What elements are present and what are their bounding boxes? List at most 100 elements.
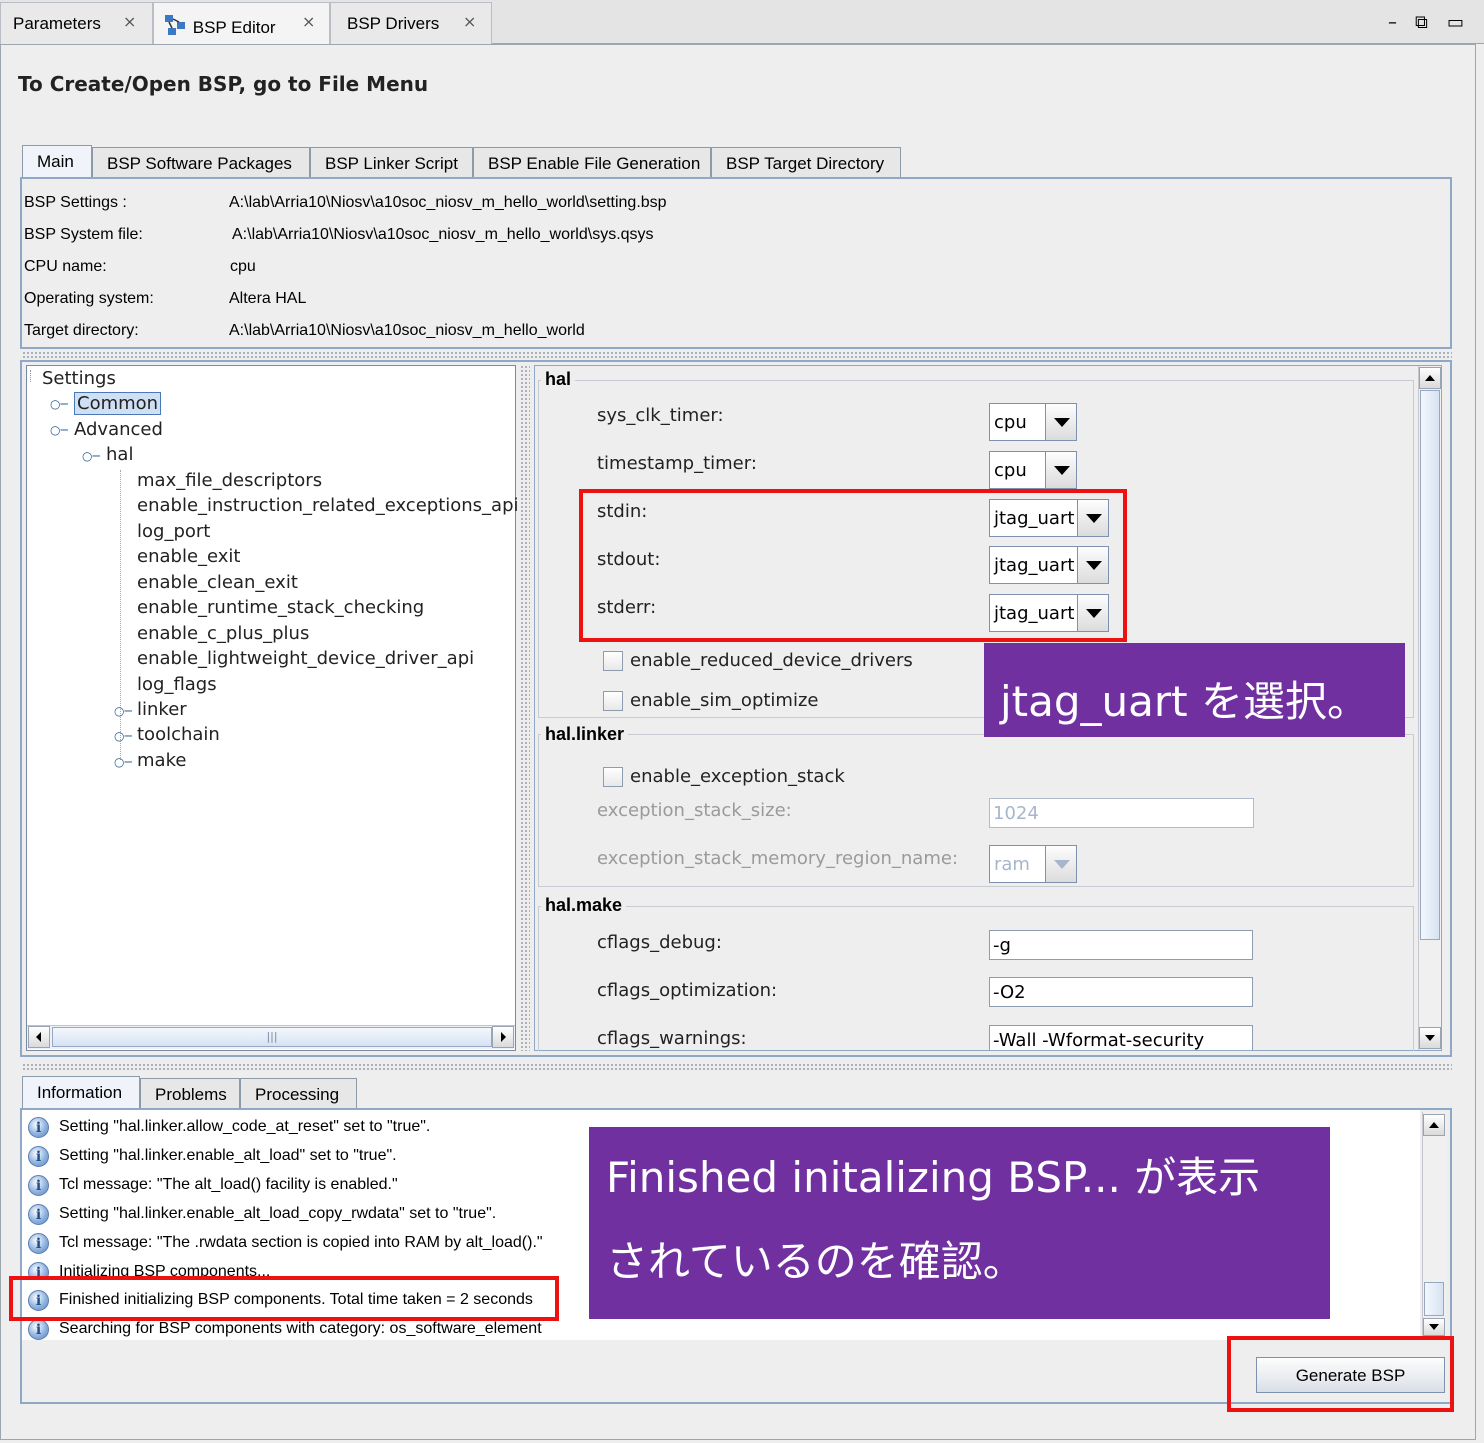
collapsed-handle-icon[interactable]: ○─ (114, 755, 132, 769)
tree-leaf[interactable]: enable_clean_exit (137, 572, 298, 593)
scroll-thumb[interactable] (1420, 390, 1440, 940)
info-icon: i (28, 1146, 49, 1167)
checkbox-label: enable_sim_optimize (630, 690, 819, 711)
tree-leaf[interactable]: enable_lightweight_device_driver_api (137, 648, 474, 669)
tree-leaf[interactable]: enable_c_plus_plus (137, 623, 309, 644)
collapsed-handle-icon[interactable]: ○─ (114, 704, 132, 718)
close-icon[interactable]: ⨯ (302, 12, 315, 32)
scroll-left-icon[interactable] (28, 1026, 50, 1048)
checkbox-label: enable_exception_stack (630, 766, 845, 787)
message-text: Setting "hal.linker.enable_alt_load_copy… (59, 1205, 497, 1222)
callout-line: されているのを確認。 (606, 1237, 1025, 1286)
tab-linker-script[interactable]: BSP Linker Script (310, 147, 473, 177)
tree-leaf[interactable]: enable_exit (137, 546, 240, 567)
tab-main[interactable]: Main (22, 145, 92, 178)
tab-target-directory[interactable]: BSP Target Directory (711, 147, 901, 177)
tab-processing[interactable]: Processing (240, 1078, 357, 1109)
splitter[interactable] (22, 1063, 1452, 1071)
message-item: i Setting "hal.linker.allow_code_at_reset… (28, 1117, 588, 1146)
cflags-warnings-label: cflags_warnings: (597, 1028, 747, 1049)
cpu-name-value: cpu (230, 258, 256, 275)
info-icon: i (28, 1319, 49, 1340)
maximize-icon[interactable]: ▭ (1447, 12, 1464, 33)
tree-node-make[interactable]: make (137, 750, 186, 771)
message-text: Searching for BSP components with catego… (59, 1320, 542, 1337)
scroll-thumb[interactable]: ||| (52, 1027, 492, 1047)
enable-reduced-device-drivers-checkbox[interactable] (603, 651, 623, 671)
tree-node-linker[interactable]: linker (137, 699, 187, 720)
message-item: i Searching for BSP components with categ… (28, 1319, 588, 1340)
close-icon[interactable]: ⨯ (463, 12, 476, 32)
message-text: Setting "hal.linker.enable_alt_load" set… (59, 1147, 397, 1164)
info-icon: i (28, 1233, 49, 1254)
message-text: Tcl message: "The .rwdata section is cop… (59, 1234, 543, 1251)
info-icon: i (28, 1175, 49, 1196)
checkbox-label: enable_reduced_device_drivers (630, 650, 913, 671)
scroll-down-icon[interactable] (1423, 1318, 1445, 1336)
tree-leaf[interactable]: enable_instruction_related_exceptions_ap… (137, 495, 519, 516)
tree-line (30, 370, 31, 382)
group-rule (538, 380, 1414, 381)
cflags-warnings-field[interactable]: -Wall -Wformat-security (989, 1025, 1253, 1050)
tab-information[interactable]: Information (22, 1076, 140, 1109)
tree-leaf[interactable]: enable_runtime_stack_checking (137, 597, 424, 618)
tree-node-hal[interactable]: hal (106, 444, 133, 465)
chevron-down-icon[interactable] (1045, 452, 1076, 488)
enable-exception-stack-checkbox[interactable] (603, 767, 623, 787)
bsp-settings-label: BSP Settings : (24, 194, 127, 211)
scroll-right-icon[interactable] (492, 1026, 514, 1048)
expanded-handle-icon[interactable]: ○─ (50, 423, 68, 437)
message-item: i Tcl message: "The .rwdata section is co… (28, 1233, 588, 1262)
scroll-up-icon[interactable] (1423, 1114, 1445, 1136)
finished-callout: Finished initalizing BSP... が表示 されているのを確… (589, 1127, 1330, 1319)
tree-node-toolchain[interactable]: toolchain (137, 724, 220, 745)
scroll-up-icon[interactable] (1419, 367, 1441, 389)
tree-node-advanced[interactable]: Advanced (74, 419, 163, 440)
chevron-down-icon (1045, 846, 1076, 882)
splitter[interactable] (22, 351, 1452, 359)
tab-label: BSP Editor (192, 18, 276, 37)
settings-tree[interactable] (26, 365, 516, 1051)
tree-leaf[interactable]: log_flags (137, 674, 217, 695)
sys-clk-timer-select[interactable]: cpu (989, 403, 1077, 441)
cflags-optimization-field[interactable]: -O2 (989, 977, 1253, 1007)
select-value: cpu (994, 412, 1027, 433)
target-dir-label: Target directory: (24, 322, 139, 339)
tab-enable-file-generation[interactable]: BSP Enable File Generation (473, 147, 711, 177)
timestamp-timer-label: timestamp_timer: (597, 453, 757, 474)
tab-label: BSP Drivers (347, 14, 440, 33)
tree-leaf[interactable]: max_file_descriptors (137, 470, 322, 491)
tree-node-settings[interactable]: Settings (42, 368, 116, 389)
cflags-debug-field[interactable]: -g (989, 930, 1253, 960)
bsp-settings-value: A:\lab\Arria10\Niosv\a10soc_niosv_m_hell… (229, 194, 667, 211)
collapsed-handle-icon[interactable]: ○─ (114, 729, 132, 743)
scroll-down-icon[interactable] (1419, 1027, 1441, 1049)
cflags-debug-label: cflags_debug: (597, 932, 722, 953)
close-icon[interactable]: ⨯ (123, 12, 136, 32)
restore-icon[interactable]: ⧉ (1415, 12, 1428, 33)
tree-node-common[interactable]: Common (74, 392, 162, 415)
tab-label: Parameters (13, 14, 101, 33)
scroll-thumb[interactable] (1424, 1282, 1444, 1316)
hal-linker-group-title: hal.linker (541, 724, 629, 745)
vertical-splitter[interactable] (520, 365, 530, 1051)
tab-parameters[interactable]: Parameters ⨯ (0, 2, 153, 44)
tree-leaf[interactable]: log_port (137, 521, 210, 542)
tab-bsp-drivers[interactable]: BSP Drivers ⨯ (330, 2, 492, 44)
message-text: Tcl message: "The alt_load() facility is… (59, 1176, 398, 1193)
expanded-handle-icon[interactable]: ○─ (50, 397, 68, 411)
info-icon: i (28, 1117, 49, 1138)
message-text: Setting "hal.linker.allow_code_at_reset"… (59, 1118, 431, 1135)
enable-sim-optimize-checkbox[interactable] (603, 691, 623, 711)
tab-software-packages[interactable]: BSP Software Packages (92, 147, 310, 177)
minimize-icon[interactable]: – (1388, 12, 1397, 33)
tab-problems[interactable]: Problems (140, 1078, 240, 1109)
bsp-system-file-label: BSP System file: (24, 226, 143, 243)
select-value: ram (994, 854, 1030, 875)
timestamp-timer-select[interactable]: cpu (989, 451, 1077, 489)
cpu-name-label: CPU name: (24, 258, 107, 275)
expanded-handle-icon[interactable]: ○─ (82, 449, 100, 463)
tab-bsp-editor[interactable]: BSP Editor ⨯ (153, 2, 330, 44)
chevron-down-icon[interactable] (1045, 404, 1076, 440)
os-label: Operating system: (24, 290, 154, 307)
